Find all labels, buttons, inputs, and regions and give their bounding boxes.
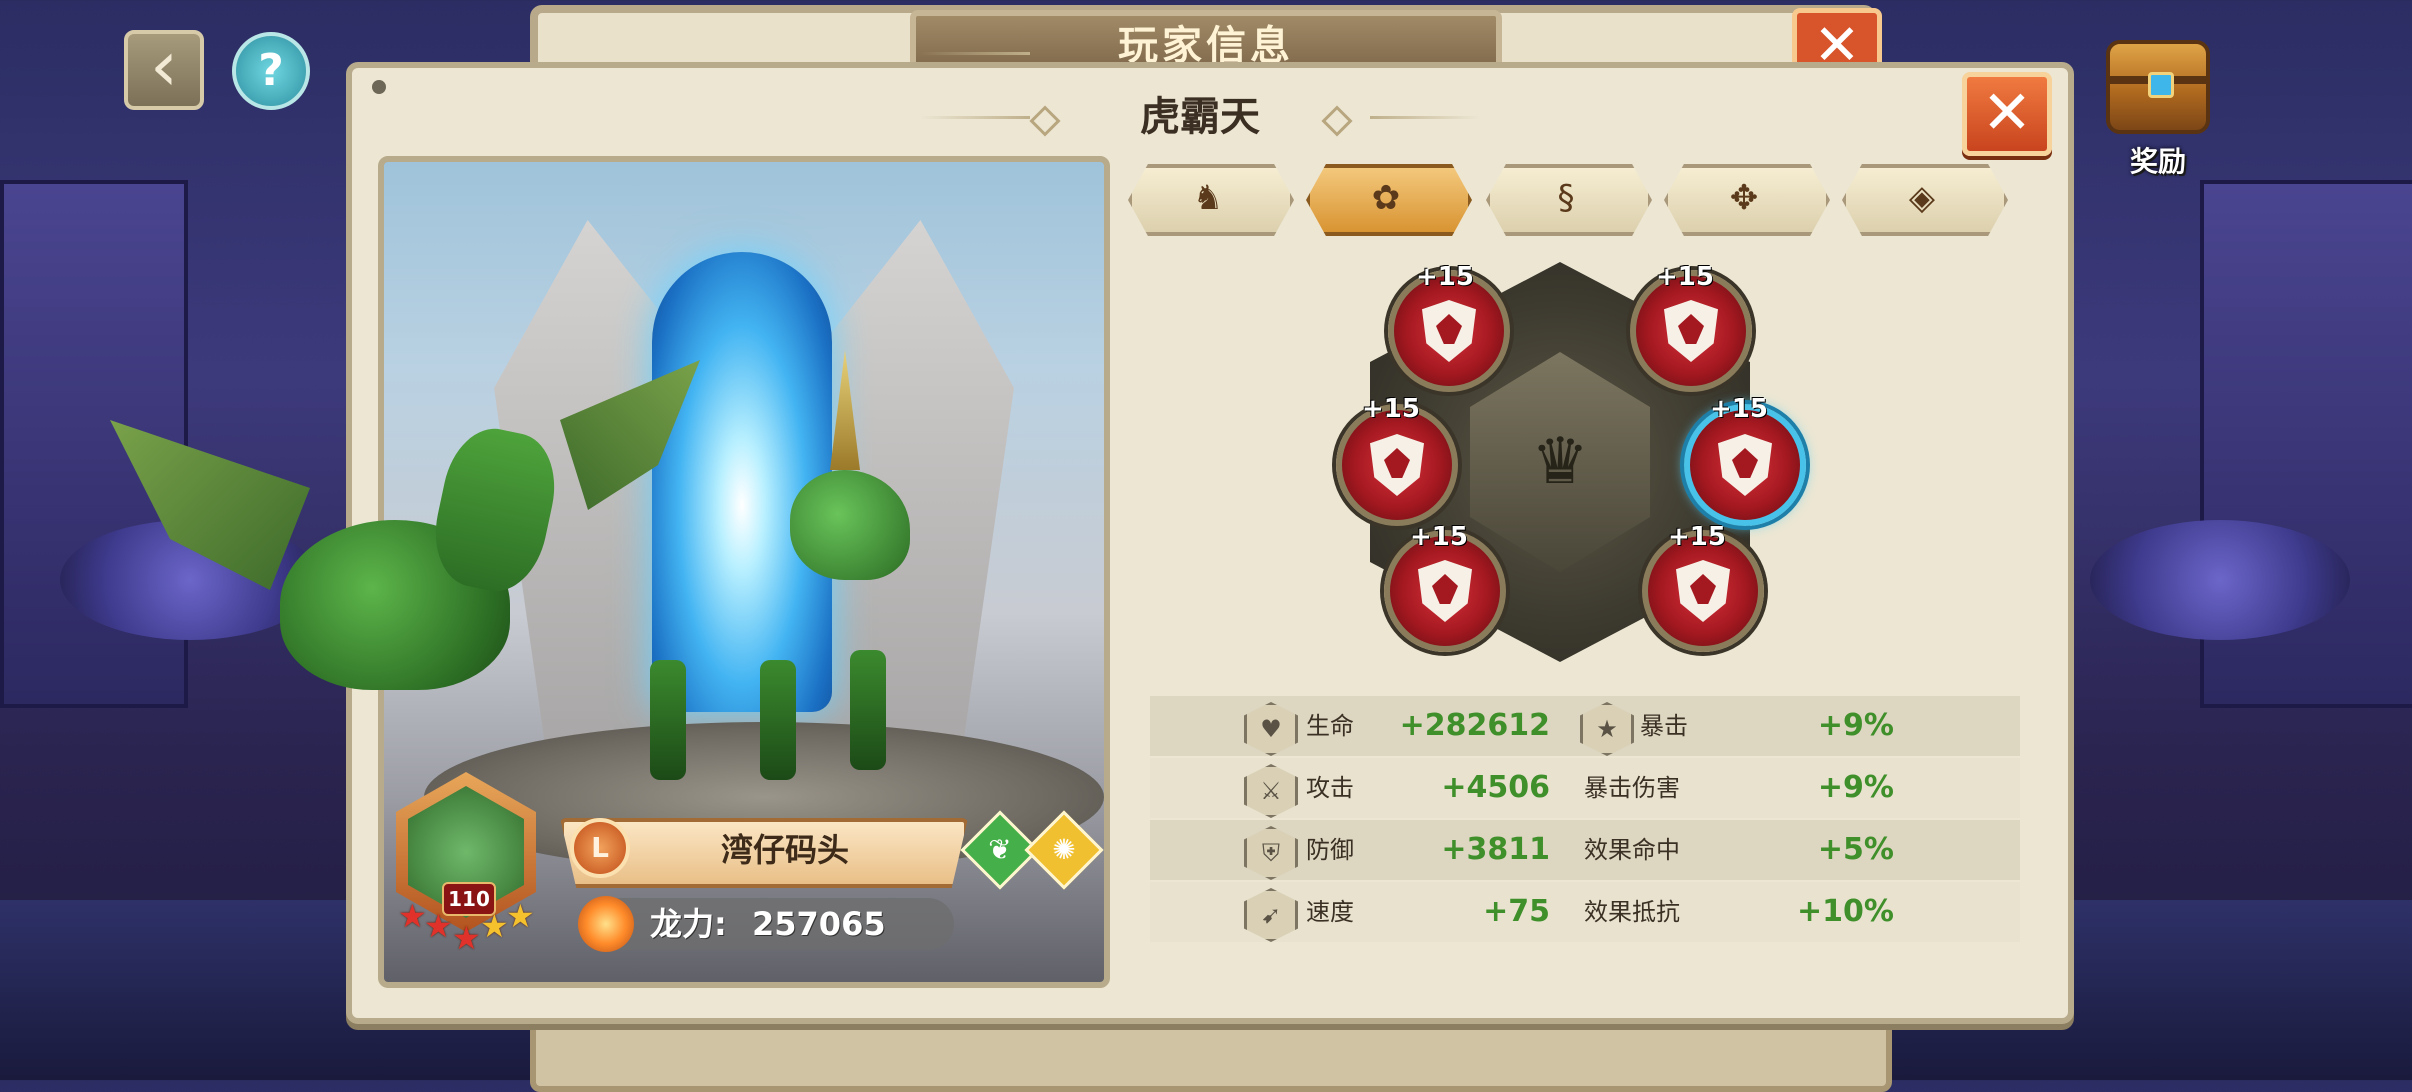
star-icon: ★ [424,907,453,945]
rune-level: +15 [1668,522,1726,552]
title-decor-left [920,52,1030,55]
dragon-shield-icon [1422,300,1476,362]
shield-icon: ⛨ [1244,826,1298,880]
stat-row: ⚔ 攻击 +4506 暴击伤害 +9% [1150,758,2020,818]
dragon-leg [760,660,796,780]
reward-button[interactable]: 奖励 [2098,40,2218,180]
stat-value: +4506 [1441,770,1550,805]
dragon-shield-icon [1664,300,1718,362]
rune-level: +15 [1410,522,1468,552]
sword-icon: ⚔ [1244,764,1298,818]
stat-value: +9% [1817,708,1894,743]
power-value: 257065 [752,905,886,943]
bg-flower-right [2090,520,2350,640]
stat-value: +9% [1817,770,1894,805]
hero-stars: ★ ★ ★ ★ ★ [398,900,538,960]
stat-name: 生命 [1306,712,1354,740]
claw-icon: ✥ [1729,178,1759,218]
dragon-coil-tab[interactable]: § [1486,164,1652,236]
gem-tab[interactable]: ◈ [1842,164,2008,236]
dragon-crest-icon: ♛ [1531,425,1589,499]
treasure-chest-icon [2106,40,2210,134]
stats-table: ♥ 生命 +282612 ★ 暴击 +9% ⚔ 攻击 +4506 暴击伤害 +9… [1150,696,2020,948]
reward-label: 奖励 [2129,145,2186,178]
dragon-shield-icon [1418,560,1472,622]
player-name-title: 虎霸天 [1140,94,1260,140]
gem-icon: ◈ [1908,178,1936,218]
stat-name: 防御 [1306,836,1354,864]
dragon-leg [850,650,886,770]
dragon-shield-icon [1676,560,1730,622]
dragon-head-icon: ♞ [1192,178,1224,218]
help-button[interactable]: ? [232,32,310,110]
dragon-leg [650,660,686,780]
back-button[interactable]: ‹ [124,30,204,110]
leaf-icon: ❦ [988,833,1012,866]
stat-name: 暴击 [1640,712,1688,740]
stat-row: ♥ 生命 +282612 ★ 暴击 +9% [1150,696,2020,756]
blue-portal [652,252,832,712]
stat-value: +75 [1483,894,1550,929]
dragon-face-shield-icon [1718,434,1772,496]
rune-level: +15 [1656,262,1714,292]
stat-name: 速度 [1306,898,1354,926]
star-icon: ★ [452,919,481,957]
stat-name: 效果命中 [1584,836,1680,864]
power-label: 龙力: [650,905,727,943]
stat-value: +10% [1797,894,1894,929]
sun-icon: ✺ [1052,833,1076,866]
stat-row: ⛨ 防御 +3811 效果命中 +5% [1150,820,2020,880]
rune-level: +15 [1362,394,1420,424]
stat-row: ➹ 速度 +75 效果抵抗 +10% [1150,882,2020,942]
stat-value: +5% [1817,832,1894,867]
boot-icon: ➹ [1244,888,1298,942]
flower-rune-icon: ✿ [1371,178,1401,218]
crit-star-icon: ★ [1580,702,1634,756]
rune-level: +15 [1710,394,1768,424]
rune-level: +15 [1416,262,1474,292]
dragon-coil-icon: § [1557,178,1575,218]
rank-badge: L [570,818,630,878]
dragon-face-shield-icon [1370,434,1424,496]
stat-name: 攻击 [1306,774,1354,802]
star-icon: ★ [398,897,427,935]
rune-tab[interactable]: ✿ [1306,164,1472,236]
hero-name: 湾仔码头 [720,831,849,869]
claw-tab[interactable]: ✥ [1664,164,1830,236]
dragon-head-tab[interactable]: ♞ [1128,164,1294,236]
stat-value: +3811 [1441,832,1550,867]
power-flame-icon [578,896,634,952]
close-button[interactable]: ✕ [1962,72,2052,156]
stat-name: 效果抵抗 [1584,898,1680,926]
star-icon: ★ [480,907,509,945]
stat-value: +282612 [1399,708,1550,743]
star-icon: ★ [506,897,535,935]
stat-name: 暴击伤害 [1584,774,1680,802]
heart-icon: ♥ [1244,702,1298,756]
